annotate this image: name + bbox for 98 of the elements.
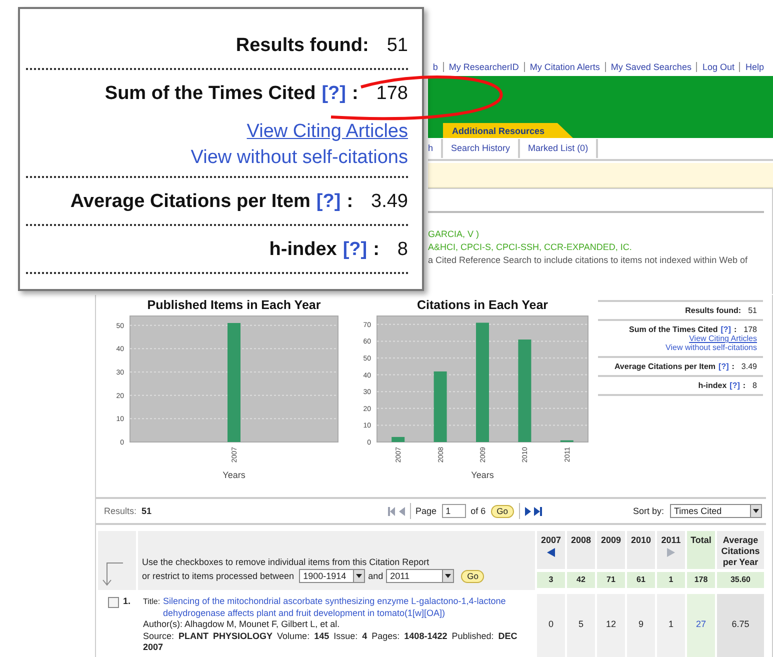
citing-link[interactable]: View Citing Articles [246, 119, 408, 145]
dropdown-caret-icon [356, 574, 362, 578]
count-cell: 12 [597, 594, 625, 657]
instructions-text: Use the checkboxes to remove individual items from this Citation Report [142, 556, 430, 569]
article-title-link[interactable]: Silencing of the mitochondrial ascorbate synthesizing enzyme L-galactono-1,4-lactone dehydrogenase affects plant and fruit development in tomato(1[w][OA]) [163, 596, 528, 619]
column-title: Total [690, 535, 712, 546]
column-title: 2009 [600, 535, 622, 546]
resources-tab[interactable]: Additional Resources [443, 123, 573, 138]
checkbox[interactable] [108, 597, 119, 608]
nav-link[interactable]: My ResearcherID [442, 62, 524, 72]
stat-label: Sum of the Times Cited [628, 325, 718, 334]
stat-value: 8 [752, 381, 757, 390]
total-cell: 35.60 [717, 572, 764, 588]
go-button[interactable]: Go [461, 570, 484, 582]
bar [434, 371, 447, 442]
nav-link[interactable]: Log Out [696, 62, 740, 72]
colon: : [732, 362, 734, 371]
total-cell: 61 [627, 572, 655, 588]
citing-link[interactable]: View without self-citations [190, 145, 408, 171]
nav-link[interactable]: b [432, 62, 443, 72]
note-text: a Cited Reference Search to include citations to items not indexed within Web of [428, 255, 749, 265]
stat-label: h-index [698, 381, 727, 390]
total-cell: 178 [687, 572, 715, 588]
colon: : [734, 325, 737, 334]
stat-label: Results found: [236, 35, 369, 57]
from-year-dropdown[interactable]: 1900-1914 [299, 569, 366, 583]
page-field[interactable]: 1 [442, 504, 466, 518]
stat-value: 51 [748, 306, 757, 315]
axis-label: Years [222, 470, 246, 480]
nav-link[interactable]: My Citation Alerts [524, 62, 605, 72]
count-cell: 0 [537, 594, 565, 657]
search-info-text: GARCIA, V ) [428, 229, 480, 239]
stat-label: Average Citations per Item [614, 362, 716, 371]
stat-label: h-index [269, 239, 337, 261]
column-title: Average Citations per Year [720, 535, 761, 568]
count-cell: 6.75 [717, 594, 764, 657]
total-cell: 42 [567, 572, 595, 588]
column-title: 2008 [570, 535, 592, 546]
stat-label: Average Citations per Item [70, 191, 310, 213]
results-label: Results: [104, 506, 137, 516]
nav-tab[interactable]: Marked List (0) [520, 139, 598, 158]
source-text: Source: PLANT PHYSIOLOGY Volume: 145 Issue: 4 Pages: 1408-1422 Published: DEC 2007 [143, 630, 518, 654]
search-info-text: A&HCI, CPCI-S, CPCI-SSH, CCR-EXPANDED, IC. [428, 242, 633, 252]
stat-value: 3.49 [741, 362, 757, 371]
help-link[interactable]: [?] [316, 191, 341, 213]
column-title: 2010 [630, 535, 652, 546]
nav-link[interactable]: Help [739, 62, 769, 72]
next-last-page-icon[interactable] [524, 506, 542, 516]
colon: : [373, 239, 380, 261]
authors-text: Author(s): Alhagdow M, Mounet F, Gilbert L, et al. [143, 619, 341, 630]
help-link[interactable]: [?] [730, 381, 740, 390]
help-link[interactable]: [?] [322, 83, 346, 105]
stat-value: 178 [744, 325, 757, 334]
previous-year-icon[interactable] [547, 548, 555, 557]
bar [392, 436, 405, 442]
citing-link[interactable]: View without self-citations [666, 343, 757, 352]
total-cell: 1 [657, 572, 685, 588]
stat-value: 8 [397, 239, 408, 261]
column-title: 2007 [540, 535, 562, 546]
restrict-label: or restrict to items processed between [142, 570, 294, 583]
citing-link[interactable]: View Citing Articles [689, 334, 757, 343]
chart-title: Citations in Each Year [416, 298, 548, 312]
count-cell: 9 [627, 594, 655, 657]
results-count: 51 [142, 506, 152, 516]
stat-value: 51 [386, 35, 408, 57]
nav-tab[interactable]: Search History [443, 139, 520, 158]
nav-link[interactable]: My Saved Searches [604, 62, 696, 72]
sort-dropdown[interactable]: Times Cited [670, 504, 762, 518]
axis-label: Years [471, 470, 494, 480]
colon: : [352, 83, 358, 105]
and-label: and [368, 570, 384, 583]
count-cell: 5 [567, 594, 595, 657]
item-number: 1. [123, 596, 132, 608]
page-label: Page [416, 506, 437, 516]
colon: : [742, 381, 746, 390]
to-year-dropdown[interactable]: 2011 [386, 569, 454, 583]
stat-value: 3.49 [371, 191, 408, 213]
total-count-link[interactable]: 27 [687, 594, 715, 657]
nav-tab[interactable]: h [428, 139, 444, 158]
dropdown-caret-icon [753, 509, 759, 513]
page-count: of 6 [470, 506, 486, 516]
field-label: Title: [143, 596, 160, 608]
help-link[interactable]: [?] [342, 239, 368, 261]
chart-title: Published Items in Each Year [147, 298, 321, 312]
dropdown-caret-icon [445, 574, 452, 578]
stat-label: Sum of the Times Cited [104, 83, 316, 105]
sort-label: Sort by: [632, 506, 664, 516]
help-link[interactable]: [?] [720, 325, 731, 334]
column-title: 2011 [661, 535, 681, 546]
colon: : [346, 191, 354, 213]
count-cell: 1 [657, 594, 685, 657]
total-cell: 3 [537, 572, 565, 588]
down-arrow-icon [102, 562, 124, 586]
total-cell: 71 [597, 572, 625, 588]
stat-label: Results found: [685, 306, 742, 315]
help-link[interactable]: [?] [718, 362, 729, 371]
stat-value: 178 [376, 83, 408, 105]
go-button[interactable]: Go [490, 504, 514, 518]
